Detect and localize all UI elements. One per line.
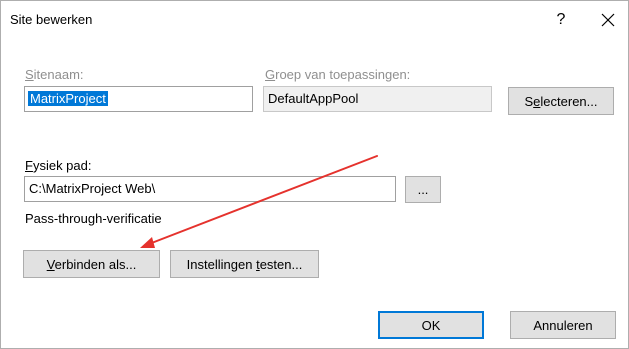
- connect-as-button[interactable]: Verbinden als...: [23, 250, 160, 278]
- ok-button[interactable]: OK: [378, 311, 484, 339]
- physical-path-input[interactable]: C:\MatrixProject Web\: [24, 176, 396, 202]
- physical-path-label: Fysiek pad:: [25, 158, 92, 173]
- select-app-pool-label: Selecteren...: [524, 93, 598, 109]
- app-pool-label: Groep van toepassingen:: [265, 67, 411, 82]
- site-name-label: Sitenaam:: [25, 67, 84, 82]
- connect-as-label: Verbinden als...: [46, 256, 137, 272]
- physical-path-value: C:\MatrixProject Web\: [29, 181, 156, 196]
- test-settings-button[interactable]: Instellingen testen...: [170, 250, 319, 278]
- annotation-arrow-icon: [140, 155, 378, 248]
- browse-label: ...: [417, 182, 429, 197]
- cancel-label: Annuleren: [533, 317, 593, 333]
- help-icon: ?: [556, 11, 566, 28]
- title-bar: Site bewerken ?: [1, 1, 628, 39]
- select-app-pool-button[interactable]: Selecteren...: [508, 87, 614, 115]
- app-pool-field: DefaultAppPool: [263, 86, 492, 112]
- authentication-text: Pass-through-verificatie: [25, 211, 162, 226]
- site-bewerken-dialog: Site bewerken ? Sitenaam: MatrixProject …: [0, 0, 629, 349]
- close-icon: [601, 13, 615, 27]
- ok-label: OK: [421, 317, 441, 333]
- dialog-title: Site bewerken: [10, 12, 93, 27]
- site-name-field[interactable]: MatrixProject: [24, 86, 253, 112]
- help-button[interactable]: ?: [541, 1, 581, 39]
- close-button[interactable]: [588, 1, 628, 39]
- app-pool-value: DefaultAppPool: [268, 91, 359, 106]
- browse-button[interactable]: ...: [405, 176, 441, 203]
- cancel-button[interactable]: Annuleren: [510, 311, 616, 339]
- site-name-value: MatrixProject: [28, 91, 108, 106]
- test-settings-label: Instellingen testen...: [186, 256, 303, 272]
